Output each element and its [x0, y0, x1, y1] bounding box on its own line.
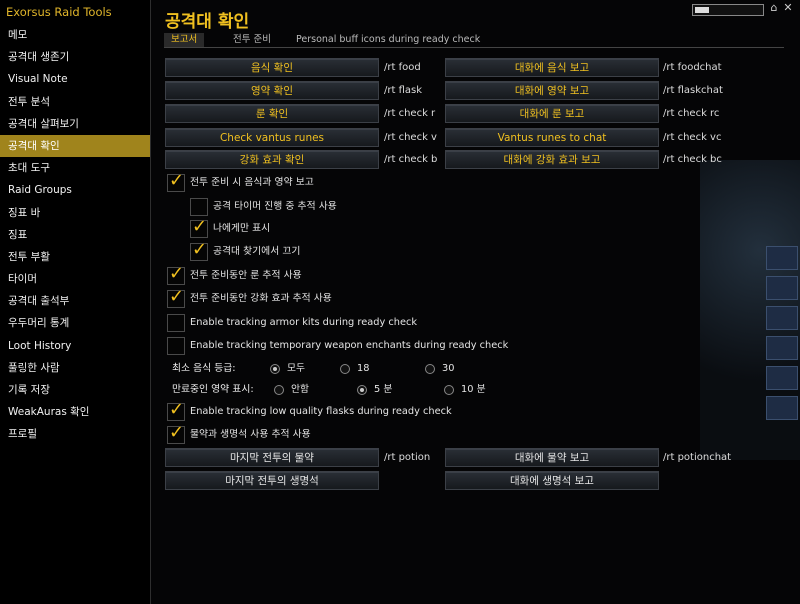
last-fight-potions-button[interactable]: 마지막 전투의 물약 — [165, 448, 379, 467]
disable-lfr-label: 공격대 찾기에서 끄기 — [213, 246, 301, 257]
tab-bar: 보고서 전투 준비 Personal buff icons during rea… — [164, 33, 784, 48]
sidebar-item-raid-inspect[interactable]: 공격대 살펴보기 — [0, 113, 150, 135]
sidebar-item-attendance[interactable]: 공격대 출석부 — [0, 290, 150, 312]
checkmark-icon: ✓ — [169, 170, 185, 191]
command-label: /rt check rc — [663, 108, 720, 119]
sidebar-item-battle-res[interactable]: 전투 부활 — [0, 246, 150, 268]
flask-expire-option: 10 분 — [461, 384, 486, 395]
sidebar-item-profiles[interactable]: 프로필 — [0, 423, 150, 445]
command-label: /rt potion — [384, 452, 431, 463]
armor-kits-label: Enable tracking armor kits during ready … — [190, 317, 418, 328]
report-vantus-button[interactable]: Vantus runes to chat — [445, 128, 659, 147]
app-title: Exorsus Raid Tools — [6, 5, 112, 19]
checkmark-icon: ✓ — [169, 422, 185, 443]
flask-expire-radio-10min[interactable] — [444, 385, 454, 395]
sidebar-item-boss-stats[interactable]: 우두머리 통계 — [0, 312, 150, 334]
flask-expire-radio-5min[interactable] — [357, 385, 367, 395]
sidebar-item-combat-analysis[interactable]: 전투 분석 — [0, 91, 150, 113]
food-level-option: 30 — [442, 363, 455, 374]
report-buffs-button[interactable]: 대화에 강화 효과 보고 — [445, 150, 659, 169]
checkmark-icon: ✓ — [169, 286, 185, 307]
ready-food-flask-checkbox[interactable]: ✓ — [167, 170, 185, 192]
potions-label: 물약과 생명석 사용 추적 사용 — [190, 429, 311, 440]
disable-lfr-checkbox[interactable]: ✓ — [190, 239, 208, 261]
sidebar-item-loot-history[interactable]: Loot History — [0, 335, 150, 357]
command-label: /rt check v — [384, 132, 437, 143]
check-flask-button[interactable]: 영약 확인 — [165, 81, 379, 100]
check-buffs-button[interactable]: 강화 효과 확인 — [165, 150, 379, 169]
track-timer-checkbox[interactable] — [190, 198, 208, 216]
low-flasks-checkbox[interactable]: ✓ — [167, 399, 185, 421]
ready-food-flask-label: 전투 준비 시 음식과 영약 보고 — [190, 177, 314, 188]
main-panel: 공격대 확인 ⌂ ✕ 보고서 전투 준비 Personal buff icons… — [152, 0, 800, 604]
food-level-radio-all[interactable] — [270, 364, 280, 374]
check-vantus-button[interactable]: Check vantus runes — [165, 128, 379, 147]
report-healthstones-button[interactable]: 대화에 생명석 보고 — [445, 471, 659, 490]
sidebar-item-raid-check[interactable]: 공격대 확인 — [0, 134, 150, 158]
sidebar-item-raid-cooldowns[interactable]: 공격대 생존기 — [0, 46, 150, 68]
last-fight-healthstones-button[interactable]: 마지막 전투의 생명석 — [165, 471, 379, 490]
only-me-checkbox[interactable]: ✓ — [190, 216, 208, 238]
sidebar-item-memo[interactable]: 메모 — [0, 24, 150, 46]
track-buffs-checkbox[interactable]: ✓ — [167, 286, 185, 308]
command-label: /rt check b — [384, 154, 438, 165]
checkmark-icon: ✓ — [169, 399, 185, 420]
potions-checkbox[interactable]: ✓ — [167, 422, 185, 444]
sidebar-item-raid-groups[interactable]: Raid Groups — [0, 179, 150, 201]
weapon-enchants-checkbox[interactable] — [167, 337, 185, 355]
command-label: /rt check bc — [663, 154, 722, 165]
check-runes-button[interactable]: 룬 확인 — [165, 104, 379, 123]
flask-expire-option: 안함 — [291, 384, 310, 395]
flask-expire-option: 5 분 — [374, 384, 393, 395]
page-title: 공격대 확인 — [165, 12, 250, 32]
tab-personal-buff-icons[interactable]: Personal buff icons during ready check — [289, 33, 487, 47]
flask-expire-radio-none[interactable] — [274, 385, 284, 395]
checkmark-icon: ✓ — [192, 216, 208, 237]
close-icon[interactable]: ✕ — [782, 2, 794, 14]
command-label: /rt check r — [384, 108, 436, 119]
report-flask-button[interactable]: 대화에 영약 보고 — [445, 81, 659, 100]
checkmark-icon: ✓ — [192, 239, 208, 260]
checkmark-icon: ✓ — [169, 263, 185, 284]
command-label: /rt food — [384, 62, 421, 73]
report-runes-button[interactable]: 대화에 룬 보고 — [445, 104, 659, 123]
only-me-label: 나에게만 표시 — [213, 223, 271, 234]
tab-ready-check[interactable]: 전투 준비 — [226, 33, 278, 47]
command-label: /rt foodchat — [663, 62, 722, 73]
window-scale-slider[interactable] — [692, 4, 764, 16]
armor-kits-checkbox[interactable] — [167, 314, 185, 332]
track-runes-checkbox[interactable]: ✓ — [167, 263, 185, 285]
window-controls: ⌂ ✕ — [692, 2, 796, 16]
flask-expire-label: 만료중인 영약 표시: — [172, 384, 254, 395]
food-level-option: 모두 — [287, 363, 306, 374]
food-level-label: 최소 음식 등급: — [172, 363, 236, 374]
command-label: /rt potionchat — [663, 452, 732, 463]
sidebar-item-who-pulled[interactable]: 풀링한 사람 — [0, 357, 150, 379]
command-label: /rt check vc — [663, 132, 722, 143]
sidebar-item-logging[interactable]: 기록 저장 — [0, 379, 150, 401]
sidebar: Exorsus Raid Tools 메모 공격대 생존기 Visual Not… — [0, 0, 151, 604]
food-level-option: 18 — [357, 363, 370, 374]
food-level-radio-30[interactable] — [425, 364, 435, 374]
sidebar-item-marks[interactable]: 징표 — [0, 224, 150, 246]
command-label: /rt flaskchat — [663, 85, 723, 96]
food-level-radio-18[interactable] — [340, 364, 350, 374]
track-timer-label: 공격 타이머 진행 중 추적 사용 — [213, 201, 337, 212]
home-icon[interactable]: ⌂ — [768, 2, 780, 14]
sidebar-item-timers[interactable]: 타이머 — [0, 268, 150, 290]
sidebar-item-marks-bar[interactable]: 징표 바 — [0, 202, 150, 224]
sidebar-item-weakauras-check[interactable]: WeakAuras 확인 — [0, 401, 150, 423]
track-runes-label: 전투 준비동안 룬 추적 사용 — [190, 270, 302, 281]
tab-report[interactable]: 보고서 — [164, 33, 205, 47]
check-food-button[interactable]: 음식 확인 — [165, 58, 379, 77]
weapon-enchants-label: Enable tracking temporary weapon enchant… — [190, 340, 509, 351]
command-label: /rt flask — [384, 85, 423, 96]
low-flasks-label: Enable tracking low quality flasks durin… — [190, 406, 452, 417]
track-buffs-label: 전투 준비동안 강화 효과 추적 사용 — [190, 293, 332, 304]
report-potions-button[interactable]: 대화에 물약 보고 — [445, 448, 659, 467]
sidebar-item-visual-note[interactable]: Visual Note — [0, 68, 150, 90]
report-food-button[interactable]: 대화에 음식 보고 — [445, 58, 659, 77]
sidebar-item-invite-tools[interactable]: 초대 도구 — [0, 157, 150, 179]
